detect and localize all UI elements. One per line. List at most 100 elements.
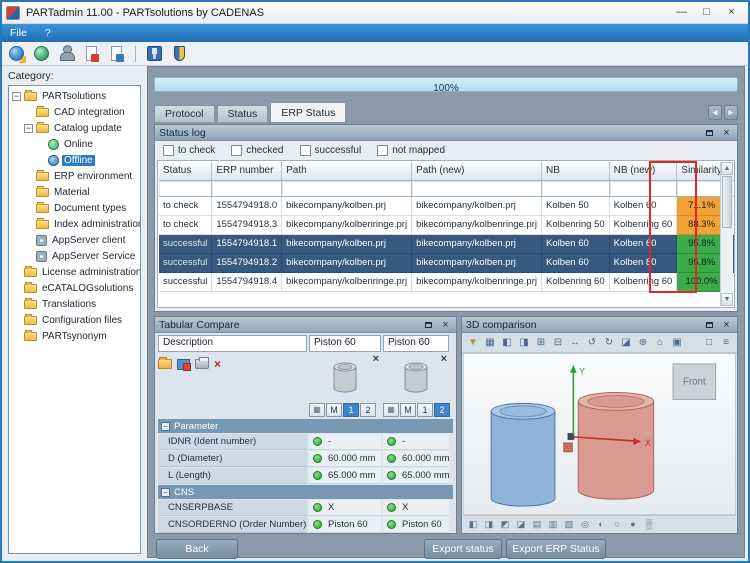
tab-protocol[interactable]: Protocol <box>154 105 215 122</box>
print-icon[interactable] <box>195 356 209 372</box>
menu-help[interactable]: ? <box>45 27 51 39</box>
maximize-panel-icon[interactable] <box>422 319 435 331</box>
solid-icon[interactable]: ● <box>626 517 640 531</box>
view-button-m[interactable]: M <box>326 403 342 417</box>
tab-scroll-left-icon[interactable]: ◄ <box>708 105 722 120</box>
filter-to-check[interactable]: to check <box>163 145 215 156</box>
remove-part-icon[interactable]: × <box>373 354 379 364</box>
column-header-nb[interactable]: NB <box>542 162 610 180</box>
save-icon[interactable] <box>145 44 164 63</box>
sidebar-item-appserver-client[interactable]: AppServer client <box>9 232 140 248</box>
view-button-1[interactable]: 1 <box>417 403 433 417</box>
catalog-update-icon[interactable] <box>7 44 26 63</box>
measure-icon[interactable]: ↔ <box>567 335 583 351</box>
section-header-cns[interactable]: −CNS <box>158 485 453 499</box>
section-header-parameter[interactable]: −Parameter <box>158 419 453 433</box>
scroll-thumb[interactable] <box>722 176 732 228</box>
tab-status[interactable]: Status <box>217 105 269 122</box>
sidebar-item-material[interactable]: Material <box>9 184 140 200</box>
sidebar-item-appserver-service[interactable]: AppServer Service <box>9 248 140 264</box>
settings-icon[interactable]: ≡ <box>718 335 734 351</box>
close-panel-icon[interactable]: × <box>720 319 733 331</box>
column-filter-input[interactable] <box>282 180 412 196</box>
column-header-similarity[interactable]: Similarity <box>677 162 727 180</box>
background-icon[interactable]: ▒ <box>642 517 656 531</box>
online-catalog-icon[interactable] <box>32 44 51 63</box>
column-filter-input[interactable] <box>412 180 542 196</box>
sidebar-item-ecatalogsolutions[interactable]: eCATALOGsolutions <box>9 280 140 296</box>
scroll-down-icon[interactable]: ▼ <box>721 293 733 306</box>
view-right-icon[interactable]: ◪ <box>514 517 528 531</box>
cad-view-icon[interactable] <box>177 356 190 372</box>
3d-viewport[interactable]: Y X Front <box>463 353 736 515</box>
shaded-icon[interactable]: ◐ <box>594 517 608 531</box>
overlay-view-icon[interactable]: ⊟ <box>550 335 566 351</box>
sidebar-item-catalog-update[interactable]: −Catalog update <box>9 120 140 136</box>
checkbox-successful[interactable] <box>300 145 311 156</box>
license-shield-icon[interactable] <box>170 44 189 63</box>
view-button-1[interactable]: 1 <box>343 403 359 417</box>
projection-icon[interactable]: ◎ <box>578 517 592 531</box>
table-row[interactable]: to check1554794918.3bikecompany/kolbenri… <box>159 215 735 234</box>
collapse-expander-icon[interactable]: − <box>12 92 21 101</box>
sidebar-item-online[interactable]: Online <box>9 136 140 152</box>
blue-model[interactable] <box>491 403 555 506</box>
checkbox-checked[interactable] <box>231 145 242 156</box>
column-header-status[interactable]: Status <box>159 162 212 180</box>
column-header-path[interactable]: Path <box>282 162 412 180</box>
vertical-scrollbar[interactable]: ▲ ▼ <box>720 162 733 306</box>
filter-successful[interactable]: successful <box>300 145 362 156</box>
section-view-icon[interactable]: ◪ <box>618 335 634 351</box>
table-row[interactable]: successful1554794918.2bikecompany/kolben… <box>159 253 735 272</box>
sidebar-item-index-administration[interactable]: Index administration <box>9 216 140 232</box>
column-filter-input[interactable] <box>609 180 677 196</box>
sidebar-item-cad-integration[interactable]: CAD integration <box>9 104 140 120</box>
filter-not-mapped[interactable]: not mapped <box>377 145 445 156</box>
table-row[interactable]: successful1554794918.4bikecompany/kolben… <box>159 272 735 291</box>
screenshot-icon[interactable]: □ <box>701 335 717 351</box>
sidebar-item-partsynonym[interactable]: PARTsynonym <box>9 328 140 344</box>
collapse-icon[interactable]: − <box>161 422 170 431</box>
split-view-icon[interactable]: ⊞ <box>533 335 549 351</box>
compare-left-icon[interactable]: ◧ <box>499 335 515 351</box>
table-view-icon[interactable]: ▦ <box>383 403 399 417</box>
close-button[interactable]: × <box>719 5 744 21</box>
compare-right-icon[interactable]: ◨ <box>516 335 532 351</box>
sidebar-item-translations[interactable]: Translations <box>9 296 140 312</box>
column-filter-input[interactable] <box>542 180 610 196</box>
rotate-cw-icon[interactable]: ↻ <box>601 335 617 351</box>
sidebar-item-erp-environment[interactable]: ERP environment <box>9 168 140 184</box>
sidebar-item-partsolutions[interactable]: −PARTsolutions <box>9 88 140 104</box>
export-catalog-icon[interactable] <box>82 44 101 63</box>
sidebar-item-license-administration[interactable]: License administration <box>9 264 140 280</box>
export-erp-status-button[interactable]: Export ERP Status <box>506 539 606 559</box>
collapse-icon[interactable]: − <box>161 488 170 497</box>
column-filter-input[interactable] <box>212 180 282 196</box>
tab-erp-status[interactable]: ERP Status <box>270 102 346 122</box>
red-model[interactable] <box>578 393 653 500</box>
column-header-erp-number[interactable]: ERP number <box>212 162 282 180</box>
back-button[interactable]: Back <box>156 539 238 559</box>
close-compare-icon[interactable]: × <box>214 356 221 372</box>
zoom-fit-icon[interactable]: ⊕ <box>635 335 651 351</box>
filter-checked[interactable]: checked <box>231 145 283 156</box>
close-panel-icon[interactable]: × <box>439 319 452 331</box>
export-status-button[interactable]: Export status <box>424 539 502 559</box>
table-row[interactable]: successful1554794918.1bikecompany/kolben… <box>159 234 735 253</box>
view-button-m[interactable]: M <box>400 403 416 417</box>
table-view-icon[interactable]: ▦ <box>309 403 325 417</box>
menu-file[interactable]: File <box>10 27 27 39</box>
sidebar-item-offline[interactable]: Offline <box>9 152 140 168</box>
checkbox-to-check[interactable] <box>163 145 174 156</box>
generate-catalog-icon[interactable] <box>107 44 126 63</box>
column-filter-input[interactable] <box>677 180 727 196</box>
column-header-nb-new[interactable]: NB (new) <box>609 162 677 180</box>
view-back-icon[interactable]: ◨ <box>482 517 496 531</box>
scroll-up-icon[interactable]: ▲ <box>721 162 733 175</box>
column-filter-input[interactable] <box>159 180 212 196</box>
maximize-button[interactable]: □ <box>694 5 719 21</box>
tab-scroll-right-icon[interactable]: ► <box>724 105 738 120</box>
minimize-button[interactable]: — <box>669 5 694 21</box>
view-button-2[interactable]: 2 <box>434 403 450 417</box>
collapse-expander-icon[interactable]: − <box>24 124 33 133</box>
